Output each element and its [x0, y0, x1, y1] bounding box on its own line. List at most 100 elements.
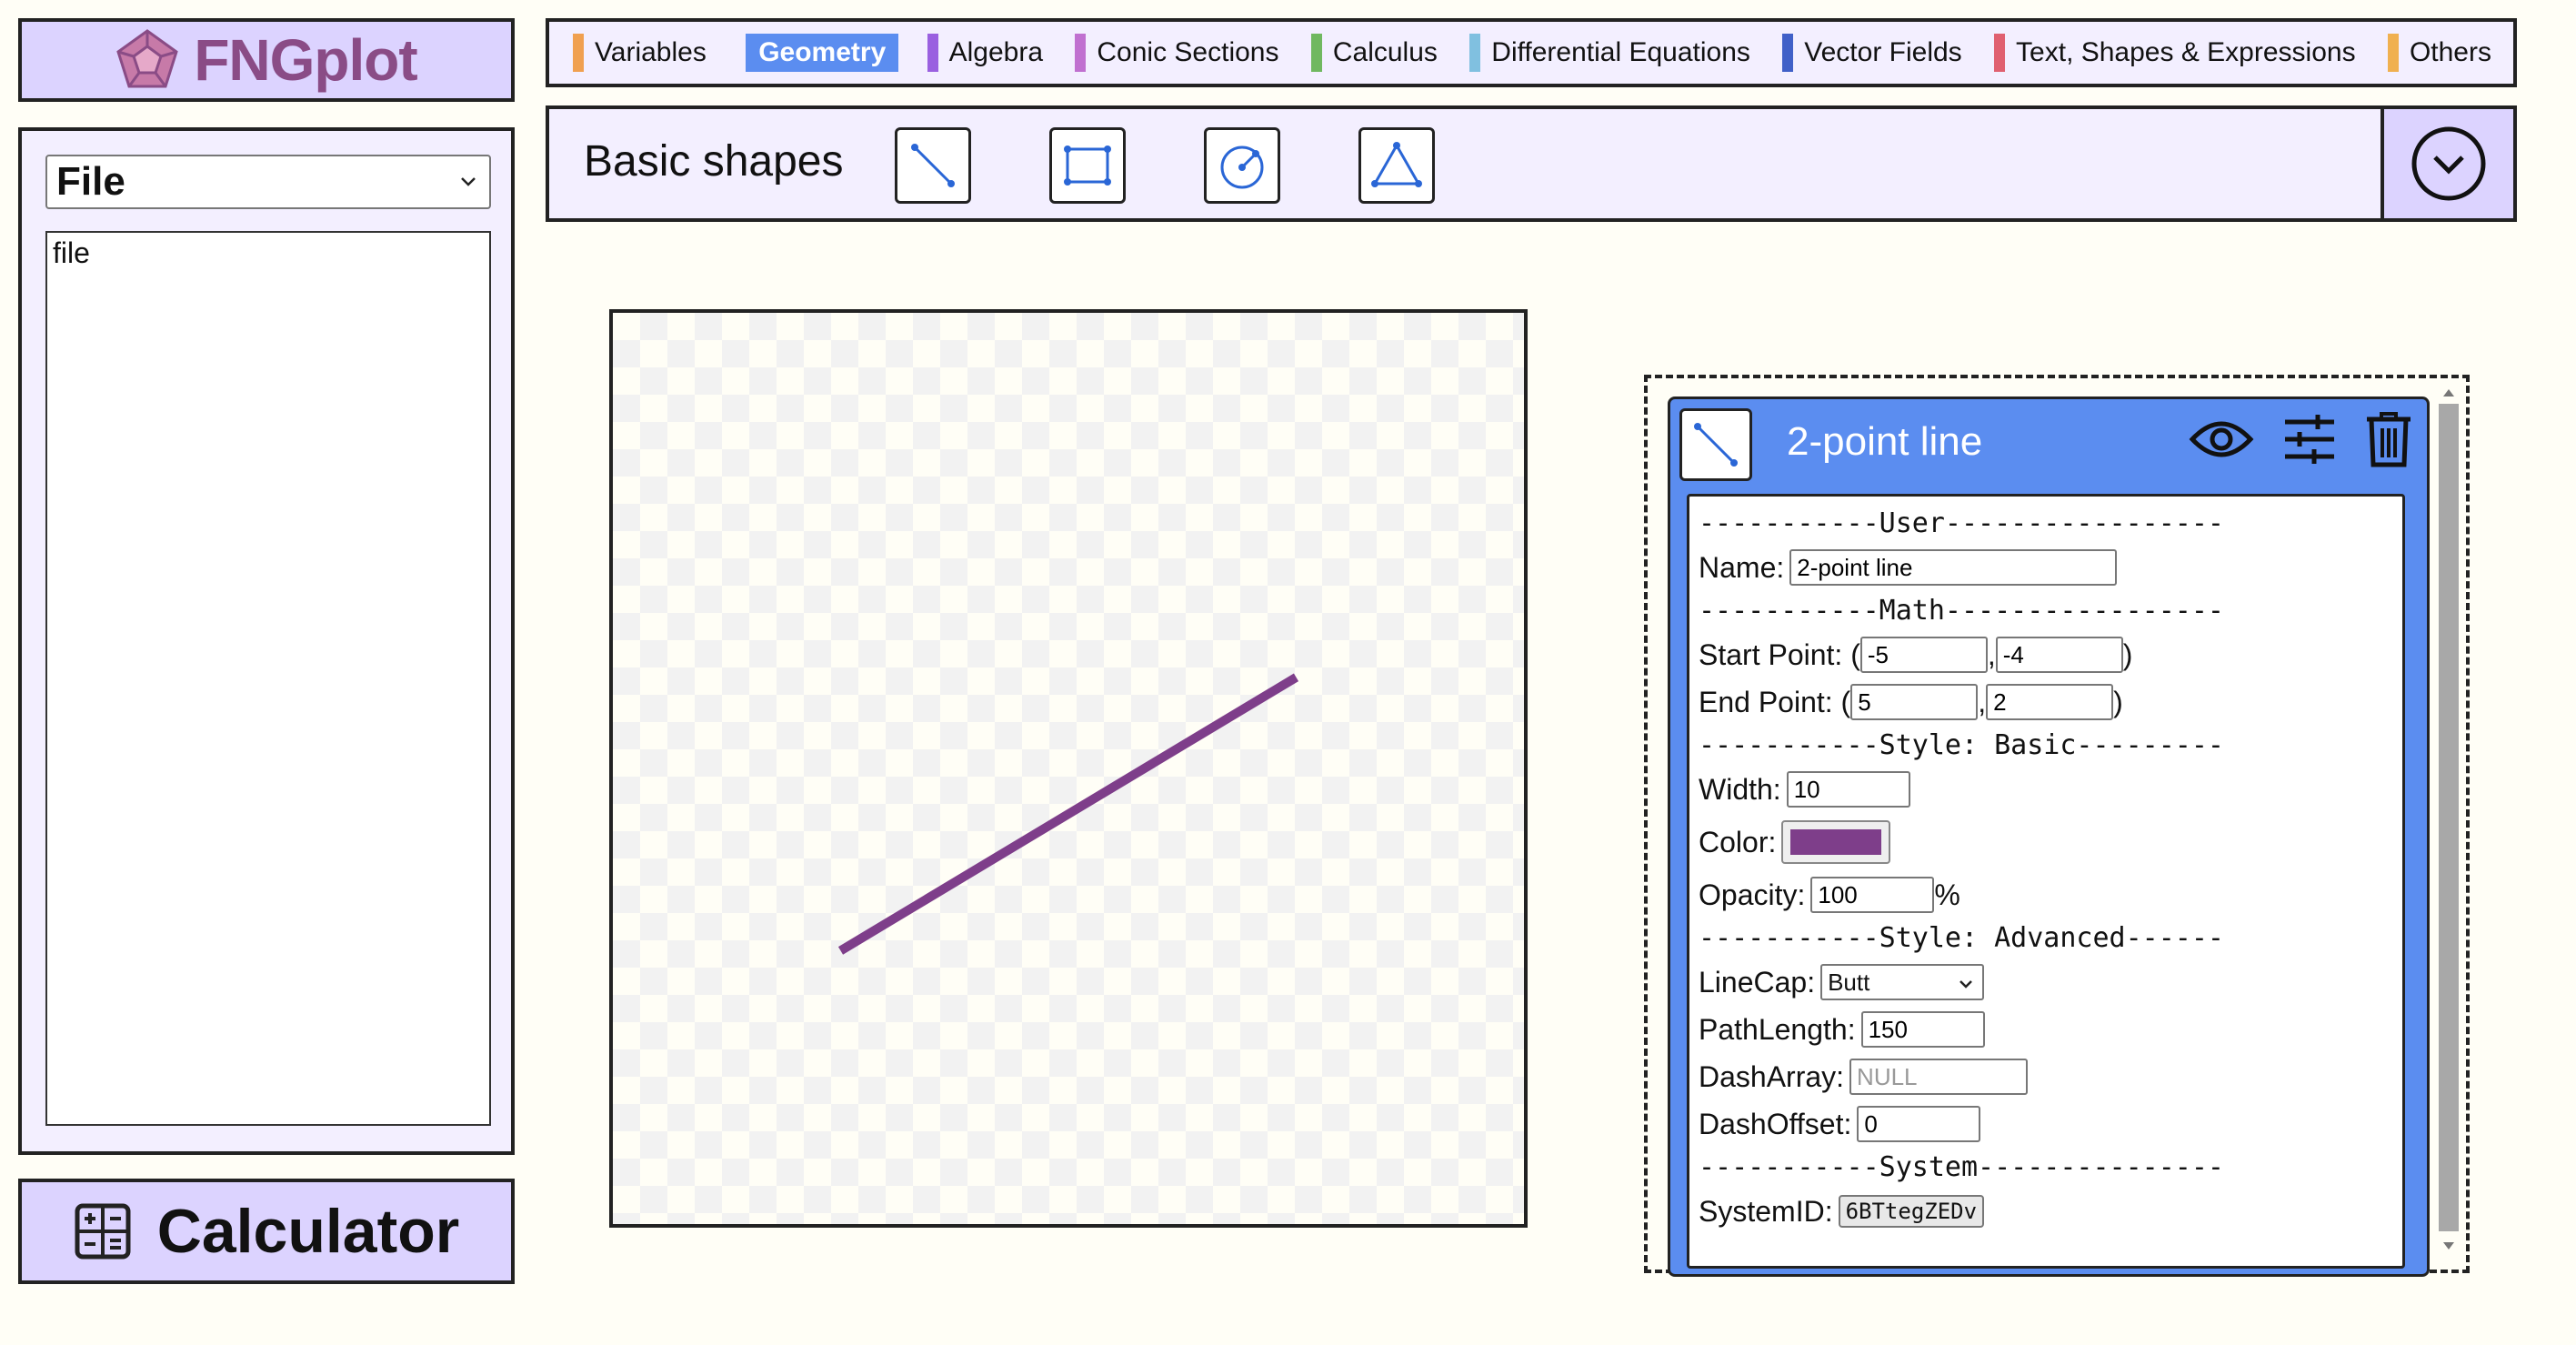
- chevron-down-icon: [1960, 980, 1972, 989]
- start-close: ): [2122, 637, 2133, 671]
- dasharray-label: DashArray:: [1699, 1059, 1845, 1093]
- chevron-down-circle-icon: [2411, 126, 2486, 201]
- category-bar: Variables Geometry Algebra Conic Sections Ca…: [546, 18, 2517, 87]
- shapes-toolbar: Basic shapes: [546, 105, 2517, 222]
- category-tab-geometry[interactable]: Geometry: [746, 34, 899, 72]
- name-label: Name:: [1699, 550, 1785, 584]
- plot-canvas[interactable]: [609, 309, 1528, 1228]
- end-y-input[interactable]: [1986, 684, 2114, 720]
- category-color-swatch: [927, 34, 938, 72]
- category-label: Differential Equations: [1491, 37, 1750, 67]
- app-logo: FNGplot: [18, 18, 515, 102]
- opacity-label: Opacity:: [1699, 878, 1806, 911]
- properties-scrollbar[interactable]: [2437, 386, 2459, 1259]
- sliders-icon[interactable]: [2281, 411, 2338, 467]
- section-system: -----------System---------------: [1699, 1151, 2224, 1183]
- end-point-label: End Point: (: [1699, 685, 1851, 718]
- category-color-swatch: [1310, 34, 1322, 72]
- circle-icon: [1220, 146, 1264, 189]
- category-label: Text, Shapes & Expressions: [2016, 37, 2356, 67]
- expand-toolbar-button[interactable]: [2381, 109, 2513, 218]
- category-color-swatch: [573, 34, 584, 72]
- calculator-icon: [75, 1203, 131, 1260]
- category-label: Geometry: [758, 37, 887, 67]
- width-input[interactable]: [1786, 771, 1910, 808]
- category-tab-variables[interactable]: Variables: [569, 34, 710, 72]
- section-style-advanced: -----------Style: Advanced------: [1699, 922, 2224, 954]
- rectangle-tool-button[interactable]: [1049, 127, 1126, 204]
- file-list[interactable]: file: [45, 231, 491, 1126]
- end-x-input[interactable]: [1850, 684, 1979, 720]
- object-title: 2-point line: [1787, 419, 1983, 464]
- opacity-percent: %: [1934, 878, 1960, 911]
- start-y-input[interactable]: [1995, 637, 2123, 673]
- category-label: Calculus: [1332, 37, 1438, 67]
- pathlength-label: PathLength:: [1699, 1012, 1856, 1046]
- eye-icon[interactable]: [2189, 414, 2254, 465]
- category-tab-conic-sections[interactable]: Conic Sections: [1071, 34, 1282, 72]
- category-label: Vector Fields: [1804, 37, 1962, 67]
- dashoffset-input[interactable]: [1857, 1106, 1981, 1142]
- section-user: -----------User-----------------: [1699, 507, 2224, 539]
- start-x-input[interactable]: [1859, 637, 1988, 673]
- section-math: -----------Math-----------------: [1699, 595, 2224, 627]
- category-label: Algebra: [948, 37, 1044, 67]
- line-icon: [1694, 423, 1738, 467]
- category-label: Others: [2409, 37, 2491, 67]
- color-label: Color:: [1699, 825, 1777, 858]
- app-title: FNGplot: [194, 27, 417, 93]
- dasharray-input[interactable]: [1849, 1059, 2029, 1095]
- circle-tool-button[interactable]: [1204, 127, 1280, 204]
- category-tab-text-shapes-expressions[interactable]: Text, Shapes & Expressions: [1990, 34, 2360, 72]
- start-comma: ,: [1987, 637, 1996, 671]
- category-tab-algebra[interactable]: Algebra: [924, 34, 1047, 72]
- calculator-label: Calculator: [156, 1197, 460, 1266]
- width-label: Width:: [1699, 772, 1781, 806]
- linecap-value: Butt: [1828, 968, 1870, 996]
- opacity-input[interactable]: [1810, 877, 1935, 913]
- scrollbar-thumb[interactable]: [2439, 404, 2459, 1231]
- plotted-line[interactable]: [837, 673, 1299, 955]
- card-actions: [2189, 410, 2412, 468]
- object-properties: -----------User----------------- Name: -…: [1687, 494, 2405, 1269]
- category-color-swatch: [2387, 34, 2399, 72]
- category-tab-differential-equations[interactable]: Differential Equations: [1466, 34, 1754, 72]
- dashoffset-label: DashOffset:: [1699, 1107, 1852, 1140]
- line-tool-button[interactable]: [895, 127, 971, 204]
- object-type-button[interactable]: [1679, 408, 1752, 481]
- file-select-value: File: [56, 159, 125, 204]
- systemid-label: SystemID:: [1699, 1194, 1833, 1228]
- triangle-icon: [1371, 142, 1422, 187]
- category-color-swatch: [1469, 34, 1481, 72]
- triangle-tool-button[interactable]: [1358, 127, 1435, 204]
- chevron-down-icon: [461, 177, 476, 186]
- name-input[interactable]: [1789, 549, 2118, 586]
- scroll-down-icon[interactable]: [2437, 1239, 2461, 1253]
- category-color-swatch: [1075, 34, 1087, 72]
- pentagon-logo-icon: [116, 29, 179, 88]
- start-point-label: Start Point: (: [1699, 637, 1860, 671]
- properties-panel: 2-point line -----------User------------…: [1644, 375, 2470, 1277]
- line-icon: [911, 144, 955, 187]
- category-color-swatch: [1994, 34, 2006, 72]
- calculator-button[interactable]: Calculator: [18, 1179, 515, 1284]
- trash-icon[interactable]: [2365, 410, 2412, 468]
- end-close: ): [2113, 685, 2123, 718]
- list-item[interactable]: file: [53, 236, 484, 270]
- linecap-select[interactable]: Butt: [1820, 964, 1985, 1000]
- category-tab-others[interactable]: Others: [2384, 34, 2495, 72]
- category-label: Variables: [595, 37, 707, 67]
- section-style-basic: -----------Style: Basic---------: [1699, 729, 2224, 761]
- pathlength-input[interactable]: [1860, 1011, 1985, 1048]
- category-tab-vector-fields[interactable]: Vector Fields: [1779, 34, 1965, 72]
- shapes-title: Basic shapes: [584, 137, 844, 186]
- file-select[interactable]: File: [45, 155, 491, 209]
- rectangle-icon: [1064, 146, 1111, 186]
- systemid-value: 6BTtegZEDv: [1838, 1195, 1985, 1228]
- end-comma: ,: [1978, 685, 1987, 718]
- category-label: Conic Sections: [1097, 37, 1279, 67]
- file-panel: File file: [18, 127, 515, 1155]
- scroll-up-icon[interactable]: [2437, 386, 2461, 400]
- category-tab-calculus[interactable]: Calculus: [1308, 34, 1441, 72]
- color-picker[interactable]: [1781, 820, 1891, 864]
